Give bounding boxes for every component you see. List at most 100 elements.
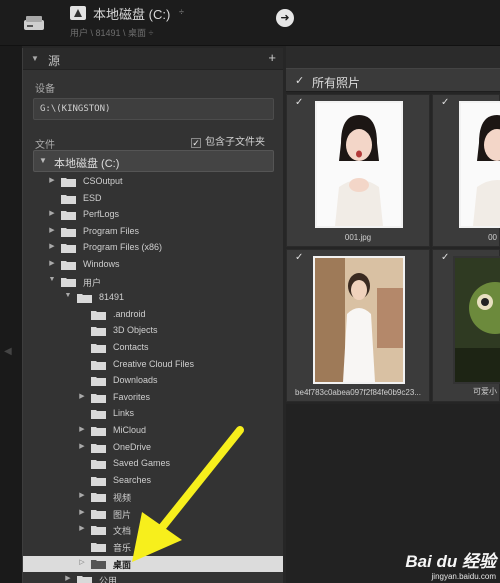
tree-arrow-icon[interactable]: ▶ xyxy=(47,242,57,250)
folder-icon xyxy=(91,543,106,553)
tree-arrow-icon[interactable]: ▶ xyxy=(77,491,87,499)
tree-item[interactable]: ▶ 视频 xyxy=(23,489,283,506)
tree-item[interactable]: Saved Games xyxy=(23,456,283,473)
folder-icon xyxy=(91,493,106,503)
add-source-button[interactable]: + xyxy=(268,50,276,65)
tree-item[interactable]: ▶ OneDrive xyxy=(23,440,283,457)
tree-item[interactable]: ▶ Windows xyxy=(23,257,283,274)
folder-icon xyxy=(91,327,106,337)
tree-arrow-icon[interactable]: ▶ xyxy=(47,176,57,184)
tree-item[interactable]: 音乐 xyxy=(23,539,283,556)
tree-arrow-icon[interactable]: ▶ xyxy=(77,442,87,450)
tree-item-label: .android xyxy=(113,308,146,319)
folder-icon xyxy=(91,476,106,486)
photo-check-icon[interactable]: ✓ xyxy=(441,97,449,108)
expand-triangle-icon[interactable]: ▼ xyxy=(39,156,47,165)
arrow-right-circle-icon[interactable]: ➜ xyxy=(276,9,294,27)
photo-caption: 可爱小 xyxy=(473,387,497,396)
tree-item[interactable]: ▶ Favorites xyxy=(23,390,283,407)
photo-cell[interactable]: ✓ 001.jpg xyxy=(286,94,430,247)
tree-item[interactable]: ▶ Program Files xyxy=(23,224,283,241)
tree-item[interactable]: ▶ Program Files (x86) xyxy=(23,240,283,257)
tree-arrow-icon[interactable]: ▶ xyxy=(63,574,73,582)
tree-arrow-icon[interactable]: ▶ xyxy=(47,259,57,267)
tree-arrow-icon[interactable]: ▶ xyxy=(47,209,57,217)
watermark-url: jingyan.baidu.com xyxy=(431,572,496,581)
tree-item[interactable]: ▼ 81491 xyxy=(23,290,283,307)
folder-icon xyxy=(91,526,106,536)
photo-check-icon[interactable]: ✓ xyxy=(295,252,303,263)
photo-thumbnail[interactable] xyxy=(453,256,500,384)
folder-icon xyxy=(91,460,106,470)
current-volume-title[interactable]: 本地磁盘 (C:) xyxy=(93,4,170,23)
photo-thumbnail[interactable] xyxy=(315,101,403,228)
tree-item[interactable]: .android xyxy=(23,307,283,324)
left-collapse-strip[interactable]: ◀ xyxy=(0,46,22,583)
tree-arrow-icon[interactable]: ▶ xyxy=(77,425,87,433)
folder-icon xyxy=(91,559,106,569)
tree-item[interactable]: ▶ PerfLogs xyxy=(23,207,283,224)
tree-item[interactable]: ▶ CSOutput xyxy=(23,174,283,191)
folder-icon xyxy=(61,178,76,187)
photo-thumbnail[interactable] xyxy=(459,101,500,228)
include-subfolders-checkbox[interactable]: ✓ 包含子文件夹 xyxy=(191,133,265,148)
photo-cell[interactable]: ✓ 可爱小 xyxy=(432,249,500,402)
tree-item[interactable]: ▶ 文档 xyxy=(23,522,283,539)
photo-caption: 001.jpg xyxy=(344,233,372,242)
tree-item[interactable]: 3D Objects xyxy=(23,323,283,340)
all-photos-header[interactable]: ✓ 所有照片 xyxy=(286,68,500,92)
folder-icon xyxy=(61,227,76,237)
watermark-logo: Bai du 经验 xyxy=(405,552,496,571)
photo-check-icon[interactable]: ✓ xyxy=(441,252,449,263)
tree-arrow-icon[interactable]: ▷ xyxy=(77,558,87,566)
tree-item[interactable]: ▶ 公用 xyxy=(23,572,283,583)
folder-icon xyxy=(77,576,92,583)
collapse-triangle-icon[interactable]: ▼ xyxy=(31,54,39,63)
tree-item[interactable]: ▶ 图片 xyxy=(23,506,283,523)
tree-item[interactable]: ESD xyxy=(23,191,283,208)
app-window: 本地磁盘 (C:) ÷ 用户 \ 81491 \ 桌面 ÷ ➜ ◀ ▼ 源 + … xyxy=(0,0,500,583)
tree-item-label: Program Files (x86) xyxy=(83,242,163,253)
collapse-left-icon[interactable]: ◀ xyxy=(4,346,12,357)
photo-check-icon[interactable]: ✓ xyxy=(295,97,303,108)
tree-item-label: Searches xyxy=(113,474,152,485)
tree-item-label: Links xyxy=(113,408,135,419)
folder-icon xyxy=(61,194,76,204)
photo-caption: 00 xyxy=(488,233,497,242)
device-item[interactable]: G:\(KINGSTON) xyxy=(33,98,274,120)
checkbox-checked-icon[interactable]: ✓ xyxy=(191,138,201,148)
tree-item-label: Favorites xyxy=(113,391,151,402)
tree-item[interactable]: Downloads xyxy=(23,373,283,390)
tree-arrow-icon[interactable]: ▶ xyxy=(77,392,87,400)
tree-item[interactable]: ▼ 用户 xyxy=(23,274,283,291)
tree-item-label: Program Files xyxy=(83,225,140,236)
tree-arrow-icon[interactable]: ▶ xyxy=(77,508,87,516)
tree-arrow-icon[interactable]: ▼ xyxy=(63,292,73,299)
volume-dropdown-caret[interactable]: ÷ xyxy=(179,7,184,17)
photo-cell[interactable]: ✓ be4f783c0abea097f2f84fe0b9c23... xyxy=(286,249,430,402)
tree-item[interactable]: Links xyxy=(23,406,283,423)
folder-icon xyxy=(61,260,76,270)
tree-item[interactable]: ▶ MiCloud xyxy=(23,423,283,440)
volume-label: 本地磁盘 (C:) xyxy=(54,158,120,170)
tree-item[interactable]: Creative Cloud Files xyxy=(23,357,283,374)
breadcrumb-path[interactable]: 用户 \ 81491 \ 桌面 ÷ xyxy=(70,26,153,39)
select-all-check-icon[interactable]: ✓ xyxy=(295,74,304,87)
tree-item-label: PerfLogs xyxy=(83,209,120,220)
folder-icon xyxy=(91,360,106,370)
photo-cell[interactable]: ✓ 00 xyxy=(432,94,500,247)
tree-arrow-icon[interactable]: ▼ xyxy=(47,276,57,283)
tree-item[interactable]: Searches xyxy=(23,473,283,490)
all-photos-title: 所有照片 xyxy=(312,76,361,90)
tree-item[interactable]: ▷ 桌面 xyxy=(23,555,283,573)
tree-arrow-icon[interactable]: ▶ xyxy=(77,524,87,532)
volume-item[interactable]: ▼ 本地磁盘 (C:) xyxy=(33,150,274,172)
folder-icon xyxy=(91,393,106,403)
photo-thumbnail[interactable] xyxy=(313,256,405,384)
tree-item-label: 81491 xyxy=(99,292,125,303)
source-panel-header[interactable]: ▼ 源 + xyxy=(23,48,283,70)
drive-letter-icon xyxy=(70,6,86,20)
tree-item[interactable]: Contacts xyxy=(23,340,283,357)
tree-arrow-icon[interactable]: ▶ xyxy=(47,226,57,234)
folder-icon xyxy=(91,443,106,453)
